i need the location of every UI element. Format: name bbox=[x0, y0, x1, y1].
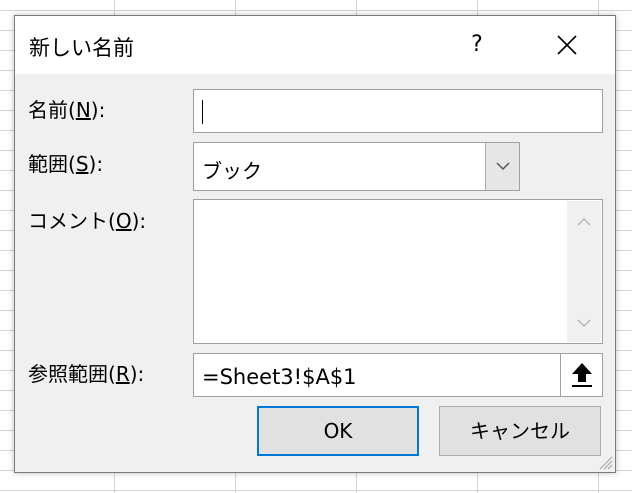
scope-dropdown[interactable]: ブック bbox=[193, 142, 520, 191]
dialog-title: 新しい名前 bbox=[29, 36, 134, 60]
scope-label-suffix: ): bbox=[88, 152, 104, 176]
refers-to-label-accel: R bbox=[115, 362, 130, 386]
chevron-down-icon bbox=[496, 162, 510, 171]
dialog-titlebar: 新しい名前 ? bbox=[15, 16, 615, 74]
refers-to-value: =Sheet3!$A$1 bbox=[202, 365, 357, 389]
refers-to-label-suffix: ): bbox=[129, 362, 145, 386]
scope-label-accel: S bbox=[75, 152, 89, 176]
name-label-accel: N bbox=[75, 98, 91, 122]
ok-button[interactable]: OK bbox=[257, 406, 419, 456]
comment-label-accel: O bbox=[115, 209, 132, 233]
arrow-up-icon bbox=[572, 363, 592, 387]
help-button[interactable]: ? bbox=[455, 26, 499, 64]
text-caret bbox=[202, 100, 203, 124]
scope-dropdown-value: ブック bbox=[202, 159, 262, 183]
resize-grip-icon[interactable] bbox=[597, 454, 613, 470]
refers-to-input[interactable]: =Sheet3!$A$1 bbox=[193, 353, 603, 397]
cancel-button[interactable]: キャンセル bbox=[439, 406, 601, 456]
comment-label: コメント(O): bbox=[28, 205, 146, 234]
refers-to-label-prefix: 参照範囲( bbox=[28, 362, 116, 386]
comment-label-suffix: ): bbox=[131, 209, 147, 233]
close-icon bbox=[557, 35, 577, 55]
new-name-dialog: 新しい名前 ? 名前(N): 範囲(S): ブック コメント(O): 参照範囲(… bbox=[14, 15, 616, 473]
close-button[interactable] bbox=[545, 26, 589, 64]
scope-dropdown-button[interactable] bbox=[485, 143, 519, 190]
refers-to-label: 参照範囲(R): bbox=[28, 358, 144, 387]
scroll-down-icon[interactable] bbox=[575, 316, 593, 330]
collapse-dialog-button[interactable] bbox=[560, 354, 602, 396]
comment-label-prefix: コメント( bbox=[28, 209, 116, 233]
comment-scrollbar[interactable] bbox=[567, 201, 601, 342]
name-label-prefix: 名前( bbox=[28, 98, 76, 122]
comment-textarea[interactable] bbox=[193, 199, 603, 344]
name-label: 名前(N): bbox=[28, 94, 105, 123]
name-input[interactable] bbox=[193, 89, 603, 133]
scroll-up-icon[interactable] bbox=[575, 215, 593, 229]
name-label-suffix: ): bbox=[90, 98, 106, 122]
scope-label: 範囲(S): bbox=[28, 148, 103, 177]
scope-label-prefix: 範囲( bbox=[28, 152, 76, 176]
